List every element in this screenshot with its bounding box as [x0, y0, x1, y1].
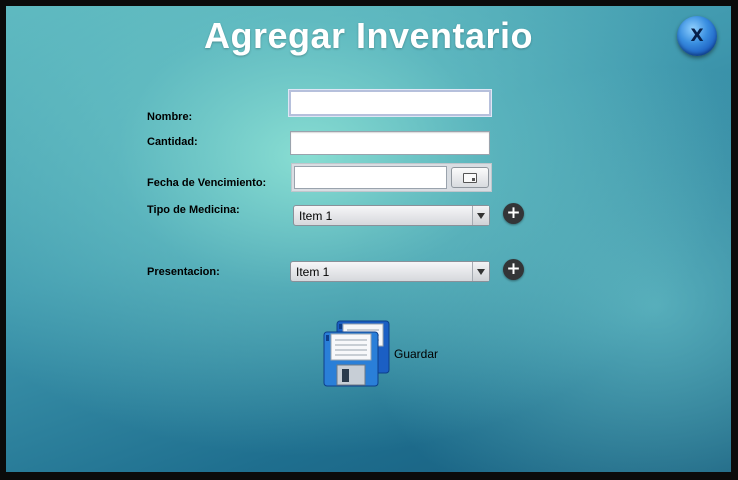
date-picker	[291, 163, 492, 192]
plus-icon: +	[506, 258, 521, 279]
plus-icon: +	[506, 202, 521, 223]
tipo-medicina-select[interactable]: Item 1	[293, 205, 490, 226]
add-tipo-medicina-button[interactable]: +	[503, 203, 524, 224]
cantidad-input[interactable]	[290, 131, 490, 155]
inventory-dialog: Agregar Inventario X Nombre: Cantidad: F…	[6, 6, 731, 472]
presentacion-label: Presentacion:	[147, 266, 220, 278]
save-label: Guardar	[394, 347, 439, 361]
cantidad-label: Cantidad:	[147, 136, 198, 148]
tipo-medicina-label: Tipo de Medicina:	[147, 204, 240, 216]
chevron-down-icon	[472, 262, 489, 281]
close-button[interactable]: X	[677, 16, 717, 56]
nombre-label: Nombre:	[147, 111, 193, 123]
close-icon: X	[690, 26, 704, 46]
save-button[interactable]: Guardar	[323, 320, 453, 388]
fecha-vencimiento-input[interactable]	[294, 166, 447, 189]
tipo-medicina-selected: Item 1	[299, 209, 333, 223]
calendar-button[interactable]	[451, 167, 489, 188]
add-presentacion-button[interactable]: +	[503, 259, 524, 280]
floppy-disk-icon	[323, 320, 390, 387]
presentacion-selected: Item 1	[296, 265, 330, 279]
fecha-vencimiento-label: Fecha de Vencimiento:	[147, 177, 267, 189]
nombre-input[interactable]	[289, 90, 491, 116]
chevron-down-icon	[472, 206, 489, 225]
page-title: Agregar Inventario	[203, 15, 534, 56]
calendar-icon	[463, 172, 477, 183]
presentacion-select[interactable]: Item 1	[290, 261, 490, 282]
